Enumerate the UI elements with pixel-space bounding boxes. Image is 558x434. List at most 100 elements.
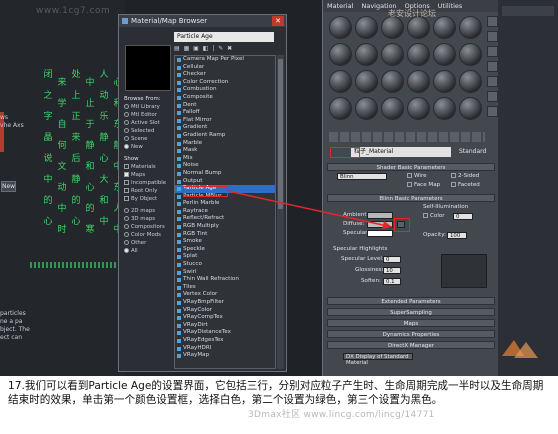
extended-parameters-rollout[interactable]: Extended Parameters: [327, 297, 495, 305]
map-list-item[interactable]: VRayEdgesTex: [175, 337, 275, 345]
search-input[interactable]: Particle Age: [174, 32, 274, 42]
bottom-toolbar[interactable]: [329, 132, 485, 142]
sample-sphere[interactable]: [355, 16, 378, 39]
show-option[interactable]: Maps: [124, 171, 172, 179]
categories-option[interactable]: Color Mods: [124, 231, 172, 239]
checkbox-icon[interactable]: [124, 196, 129, 201]
show-option[interactable]: Incompatible: [124, 179, 172, 187]
sample-sphere[interactable]: [433, 97, 456, 120]
map-list-item[interactable]: Camera Map Per Pixel: [175, 56, 275, 64]
sample-sphere[interactable]: [329, 43, 352, 66]
map-list-item[interactable]: Composite: [175, 94, 275, 102]
map-list-item[interactable]: Mix: [175, 155, 275, 163]
map-list-item[interactable]: Tiles: [175, 284, 275, 292]
radio-icon[interactable]: [124, 224, 129, 229]
sample-sphere[interactable]: [407, 16, 430, 39]
sample-sphere[interactable]: [355, 43, 378, 66]
wire-checkbox[interactable]: Wire: [407, 172, 427, 180]
map-list-item[interactable]: Color Correction: [175, 79, 275, 87]
categories-option[interactable]: All: [124, 247, 172, 255]
radio-icon[interactable]: [124, 128, 129, 133]
ambient-color-swatch[interactable]: [367, 212, 393, 219]
map-list-item[interactable]: Vertex Color: [175, 291, 275, 299]
map-list-item[interactable]: Reflect/Refract: [175, 215, 275, 223]
sample-sphere[interactable]: [459, 70, 482, 93]
map-list-item[interactable]: VRayColor: [175, 307, 275, 315]
viewport[interactable]: www.1cg7.com ws vhe Axs New 闭之字晶说中的心来学自何…: [0, 0, 125, 376]
sample-sphere[interactable]: [355, 70, 378, 93]
sample-sphere[interactable]: [459, 16, 482, 39]
sample-sphere[interactable]: [459, 43, 482, 66]
supersampling-rollout[interactable]: SuperSampling: [327, 308, 495, 316]
sample-sphere[interactable]: [407, 43, 430, 66]
sample-sphere[interactable]: [433, 16, 456, 39]
checkbox-icon[interactable]: [124, 164, 129, 169]
categories-option[interactable]: 3D maps: [124, 215, 172, 223]
self-illum-value[interactable]: 0: [453, 213, 473, 220]
browse_from-option[interactable]: Mtl Library: [124, 103, 172, 111]
map-list-item[interactable]: Falloff: [175, 109, 275, 117]
side-toolbar[interactable]: [487, 16, 498, 126]
two-sided-checkbox[interactable]: 2-Sided: [451, 172, 479, 180]
checkbox-icon[interactable]: [124, 188, 129, 193]
opacity-field[interactable]: 100: [447, 232, 467, 239]
scrollbar-thumb[interactable]: [278, 59, 283, 209]
map-list-item[interactable]: RGB Multiply: [175, 223, 275, 231]
map-list-scrollbar[interactable]: [277, 55, 284, 369]
map-list-item[interactable]: Splat: [175, 253, 275, 261]
browse_from-option[interactable]: New: [124, 143, 172, 151]
checkbox-icon[interactable]: [124, 172, 129, 177]
map-list-item[interactable]: Perlin Marble: [175, 200, 275, 208]
dynamics-properties-rollout[interactable]: Dynamics Properties: [327, 330, 495, 338]
radio-icon[interactable]: [124, 208, 129, 213]
shader-rollout[interactable]: Shader Basic Parameters: [327, 163, 495, 171]
map-list-item[interactable]: Output: [175, 178, 275, 186]
specular-level-field[interactable]: 0: [383, 256, 401, 263]
categories-option[interactable]: Other: [124, 239, 172, 247]
show-option[interactable]: Materials: [124, 163, 172, 171]
categories-option[interactable]: 2D maps: [124, 207, 172, 215]
map-list-item[interactable]: Thin Wall Refraction: [175, 276, 275, 284]
menu-material[interactable]: Material: [327, 2, 353, 10]
self-illum-color-checkbox[interactable]: Color: [423, 212, 445, 220]
browser-titlebar[interactable]: Material/Map Browser ✕: [119, 15, 286, 27]
close-icon[interactable]: ✕: [272, 16, 284, 26]
sample-sphere[interactable]: [407, 97, 430, 120]
categories-option[interactable]: Compositors: [124, 223, 172, 231]
map-list-item[interactable]: VRayBmpFilter: [175, 299, 275, 307]
dx-display-button[interactable]: DX Display of Standard Material: [343, 353, 413, 366]
map-list-item[interactable]: Smoke: [175, 238, 275, 246]
browse_from-option[interactable]: Mtl Editor: [124, 111, 172, 119]
map-list-item[interactable]: VRayCompTex: [175, 314, 275, 322]
map-list-item[interactable]: Speckle: [175, 246, 275, 254]
soften-field[interactable]: 0.1: [383, 278, 401, 285]
map-list-item[interactable]: Normal Bump: [175, 170, 275, 178]
map-list-item[interactable]: Cellular: [175, 64, 275, 72]
map-list-item[interactable]: RGB Tint: [175, 231, 275, 239]
map-list-item[interactable]: Mask: [175, 147, 275, 155]
sample-sphere[interactable]: [329, 70, 352, 93]
radio-icon[interactable]: [124, 120, 129, 125]
browse_from-option[interactable]: Active Slot: [124, 119, 172, 127]
material-type-button[interactable]: Standard: [459, 147, 486, 157]
directx-manager-rollout[interactable]: DirectX Manager: [327, 341, 495, 349]
radio-icon[interactable]: [124, 232, 129, 237]
map-list-item[interactable]: Combustion: [175, 86, 275, 94]
glossiness-field[interactable]: 10: [383, 267, 401, 274]
menu-utilities[interactable]: Utilities: [438, 2, 462, 10]
map-list-item[interactable]: Gradient Ramp: [175, 132, 275, 140]
show-option[interactable]: By Object: [124, 195, 172, 203]
radio-icon[interactable]: [124, 216, 129, 221]
map-list-item[interactable]: Dent: [175, 102, 275, 110]
sample-slots[interactable]: [329, 16, 485, 126]
map-list-item[interactable]: Stucco: [175, 261, 275, 269]
sample-sphere[interactable]: [381, 97, 404, 120]
sample-sphere[interactable]: [433, 70, 456, 93]
map-list-item[interactable]: VRayMap: [175, 352, 275, 360]
browse_from-option[interactable]: Selected: [124, 127, 172, 135]
command-panel-tab[interactable]: [502, 6, 554, 16]
map-list-item[interactable]: Marble: [175, 140, 275, 148]
checkbox-icon[interactable]: [124, 180, 129, 185]
sample-sphere[interactable]: [355, 97, 378, 120]
diffuse-color-swatch[interactable]: [367, 221, 393, 228]
